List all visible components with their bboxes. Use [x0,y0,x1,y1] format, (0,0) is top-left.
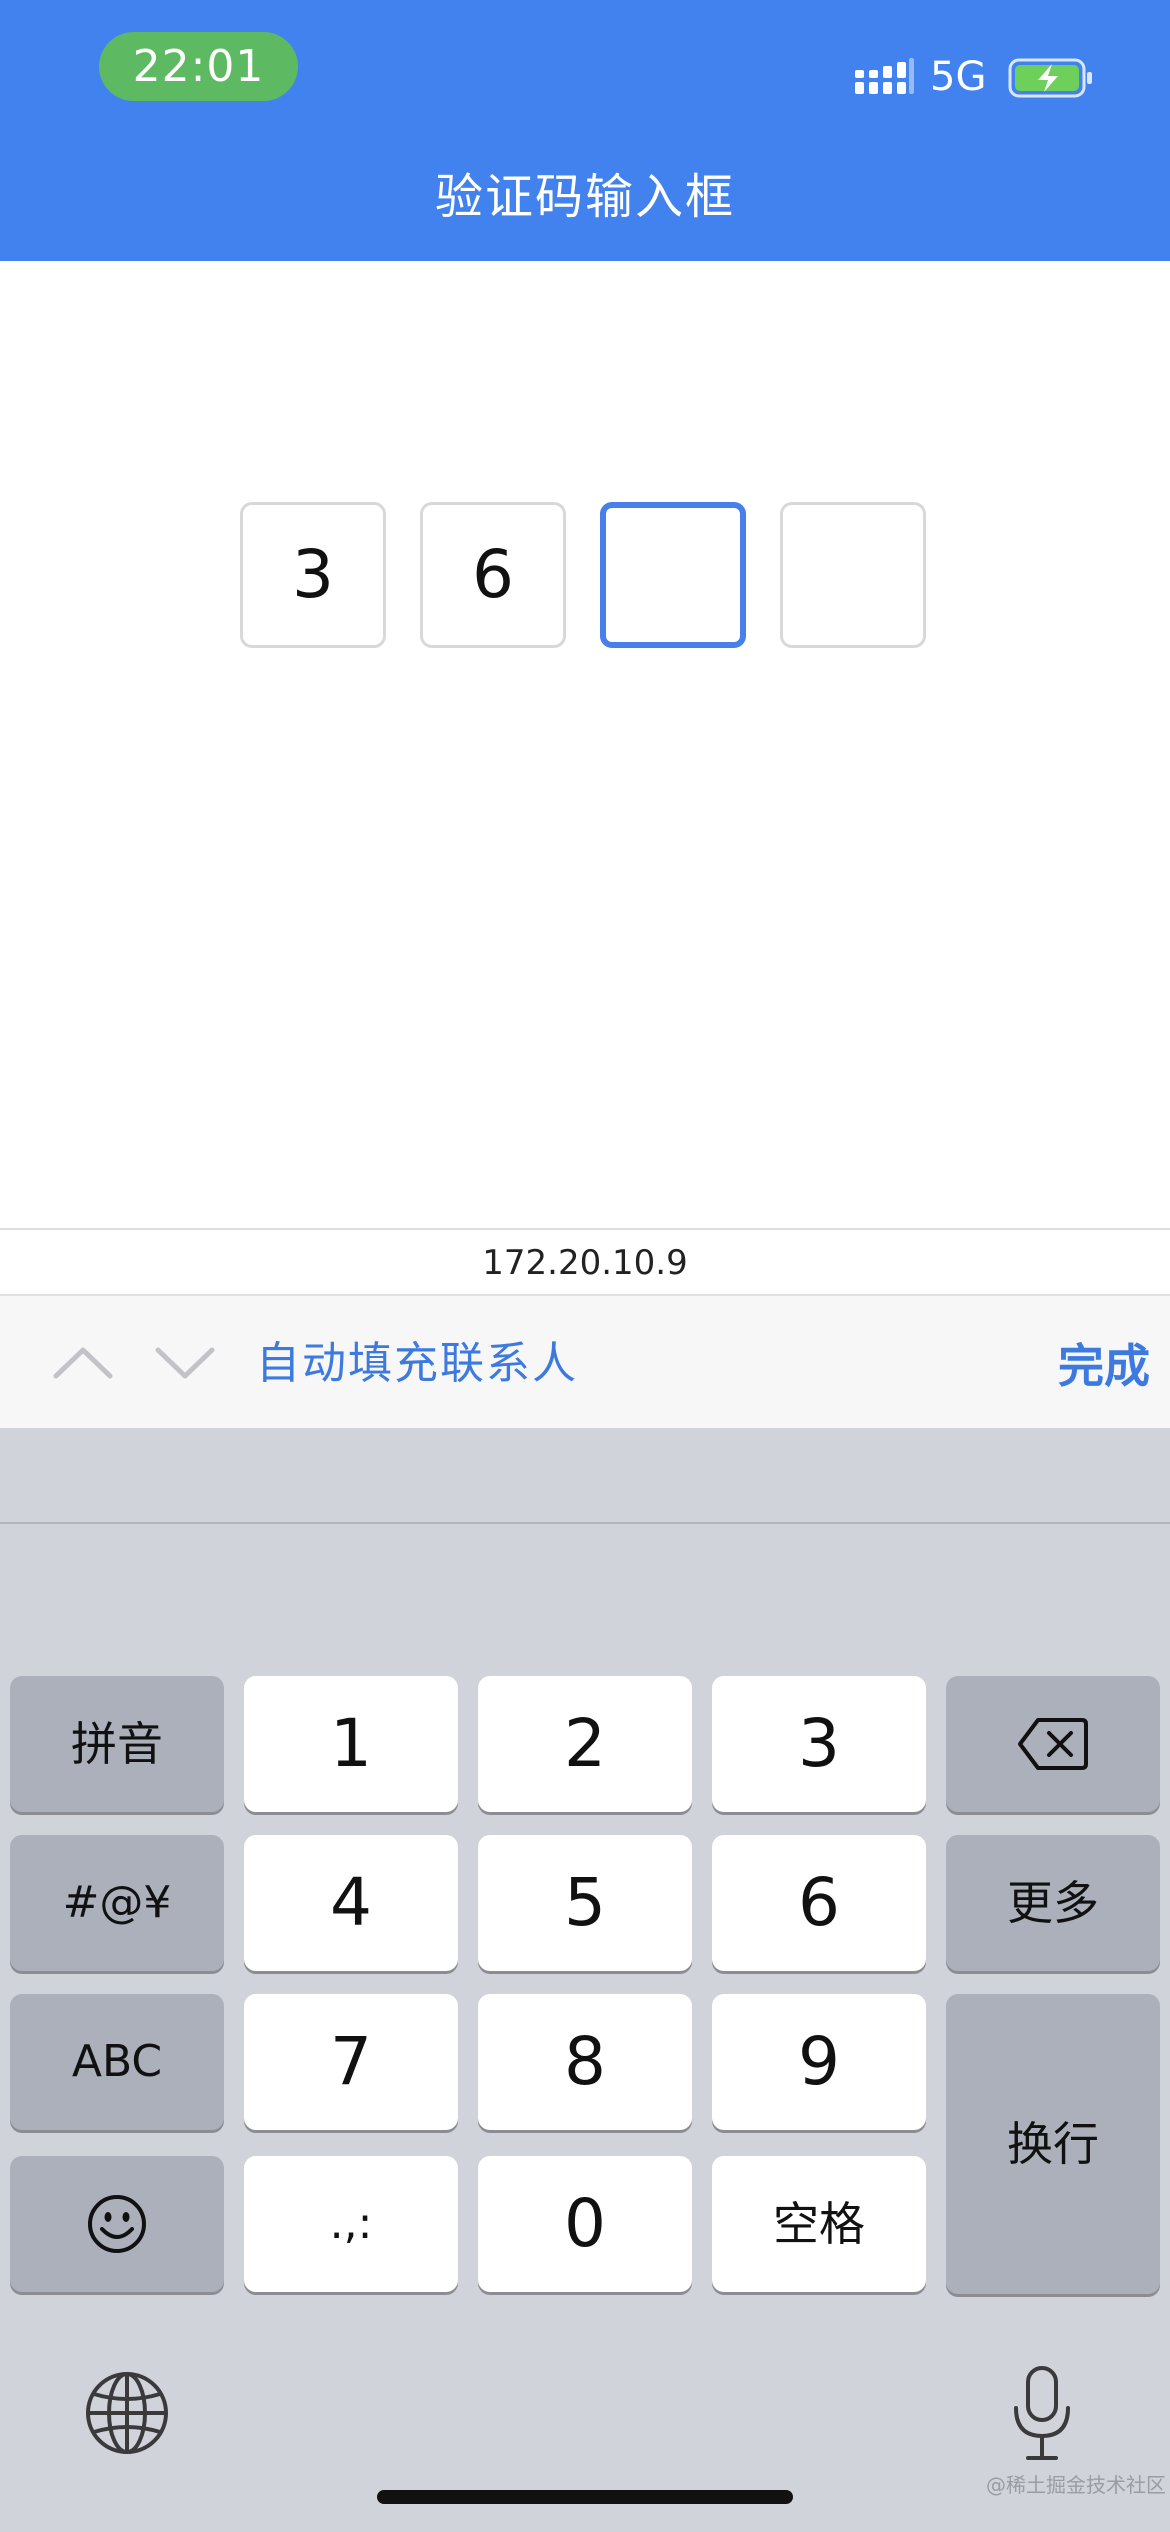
key-symbols[interactable]: #@¥ [10,1835,224,1971]
key-9[interactable]: 9 [712,1994,926,2130]
keyboard [0,1428,1170,2532]
key-emoji[interactable] [10,2156,224,2292]
globe-icon[interactable] [84,2370,170,2456]
otp-digit-2[interactable]: 6 [420,502,566,648]
key-3[interactable]: 3 [712,1676,926,1812]
key-return[interactable]: 换行 [946,1994,1160,2294]
home-indicator[interactable] [377,2490,793,2504]
otp-digit-1[interactable]: 3 [240,502,386,648]
cellular-signal-icon [855,58,914,94]
watermark: @稀土掘金技术社区 [986,2473,1166,2497]
otp-digit-3[interactable] [600,502,746,648]
key-7[interactable]: 7 [244,1994,458,2130]
key-1[interactable]: 1 [244,1676,458,1812]
key-space[interactable]: 空格 [712,2156,926,2292]
otp-digit-4[interactable] [780,502,926,648]
emoji-icon [88,2195,146,2253]
key-0[interactable]: 0 [478,2156,692,2292]
autofill-contact-button[interactable]: 自动填充联系人 [256,1329,578,1399]
key-8[interactable]: 8 [478,1994,692,2130]
key-abc[interactable]: ABC [10,1994,224,2130]
network-type: 5G [930,54,987,100]
key-4[interactable]: 4 [244,1835,458,1971]
key-2[interactable]: 2 [478,1676,692,1812]
key-pinyin[interactable]: 拼音 [10,1676,224,1812]
battery-charging-icon [1008,58,1092,98]
keyboard-divider [0,1522,1170,1524]
page-title: 验证码输入框 [434,169,735,225]
key-more[interactable]: 更多 [946,1835,1160,1971]
microphone-icon[interactable] [1010,2364,1074,2464]
done-button[interactable]: 完成 [1010,1331,1150,1401]
url-address[interactable]: 172.20.10.9 [0,1228,1170,1296]
backspace-icon [1018,1718,1088,1770]
key-delete[interactable] [946,1676,1160,1812]
chevron-down-icon[interactable] [150,1328,220,1398]
chevron-up-icon[interactable] [48,1328,118,1398]
key-punctuation[interactable]: .,: [244,2156,458,2292]
key-6[interactable]: 6 [712,1835,926,1971]
key-5[interactable]: 5 [478,1835,692,1971]
status-time: 22:01 [99,32,298,101]
